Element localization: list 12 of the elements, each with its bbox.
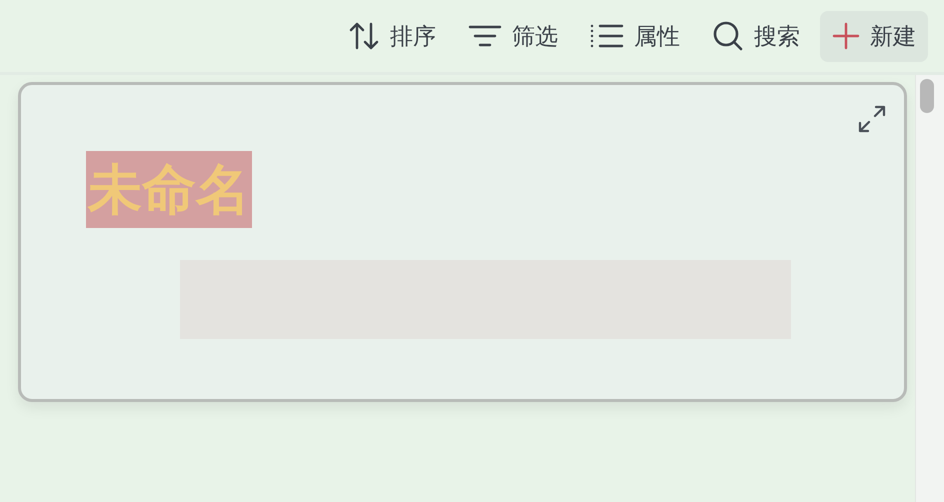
filter-button[interactable]: 筛选: [456, 10, 570, 62]
scrollbar[interactable]: [915, 75, 944, 502]
sort-icon: [348, 21, 380, 51]
new-button[interactable]: 新建: [820, 10, 928, 62]
filter-icon: [468, 23, 502, 49]
list-icon: [590, 23, 624, 49]
search-button[interactable]: 搜索: [700, 10, 812, 62]
properties-button[interactable]: 属性: [578, 10, 692, 62]
plus-icon: [832, 22, 860, 50]
sort-button[interactable]: 排序: [336, 10, 448, 62]
search-icon: [712, 20, 744, 52]
expand-icon[interactable]: [858, 105, 886, 133]
